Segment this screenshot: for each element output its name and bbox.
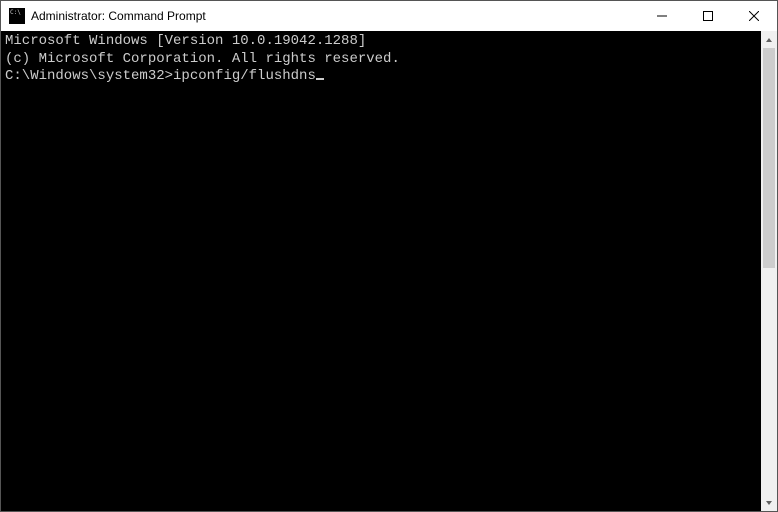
window-title: Administrator: Command Prompt — [31, 9, 206, 23]
cmd-icon — [9, 8, 25, 24]
close-button[interactable] — [731, 1, 777, 31]
maximize-button[interactable] — [685, 1, 731, 31]
scroll-up-button[interactable] — [761, 31, 777, 48]
typed-command: ipconfig/flushdns — [173, 68, 316, 84]
prompt: C:\Windows\system32> — [5, 68, 173, 84]
vertical-scrollbar[interactable] — [761, 31, 777, 511]
prompt-line: C:\Windows\system32>ipconfig/flushdns — [5, 68, 757, 86]
title-bar[interactable]: Administrator: Command Prompt — [1, 1, 777, 31]
terminal-line: Microsoft Windows [Version 10.0.19042.12… — [5, 33, 757, 51]
scroll-down-button[interactable] — [761, 494, 777, 511]
minimize-button[interactable] — [639, 1, 685, 31]
client-area: Microsoft Windows [Version 10.0.19042.12… — [1, 31, 777, 511]
terminal-output[interactable]: Microsoft Windows [Version 10.0.19042.12… — [1, 31, 761, 511]
scrollbar-thumb[interactable] — [763, 48, 775, 268]
window-controls — [639, 1, 777, 31]
scrollbar-track[interactable] — [761, 48, 777, 494]
cursor-icon — [316, 78, 324, 80]
terminal-line: (c) Microsoft Corporation. All rights re… — [5, 51, 757, 69]
